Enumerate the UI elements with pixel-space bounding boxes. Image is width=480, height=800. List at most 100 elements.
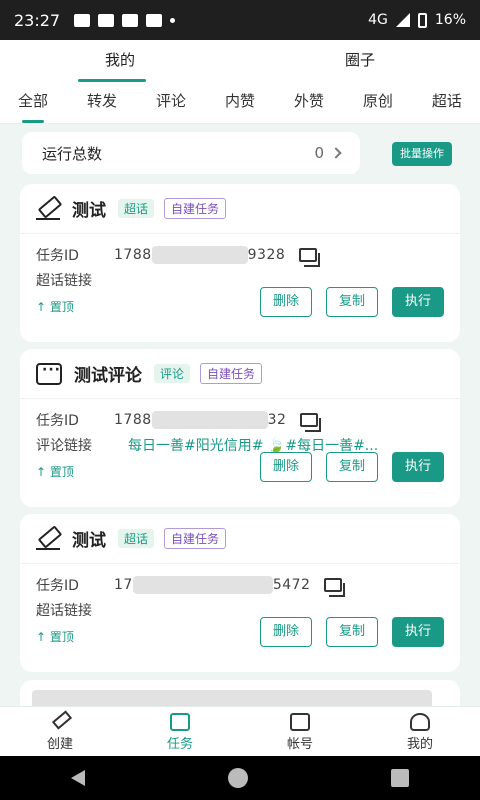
running-total-row[interactable]: 运行总数 0 bbox=[22, 132, 360, 174]
redacted-id bbox=[151, 245, 248, 264]
back-icon[interactable] bbox=[71, 770, 86, 786]
task-id-label: 任务ID bbox=[36, 577, 79, 594]
battery-level: 16% bbox=[434, 12, 466, 28]
task-card-body: 任务ID 1788 32 评论链接 每日一善#阳光信用# 🍃#每日一善#... … bbox=[20, 399, 460, 492]
run-button[interactable]: 执行 bbox=[392, 617, 444, 647]
alert-icon bbox=[98, 13, 115, 27]
copy-button[interactable]: 复制 bbox=[326, 617, 378, 647]
tab-outer-like[interactable]: 外赞 bbox=[294, 84, 324, 123]
nav-create[interactable]: 创建 bbox=[0, 707, 120, 756]
task-title: 测试评论 bbox=[74, 366, 142, 386]
pen-icon bbox=[50, 713, 70, 731]
task-id-label: 任务ID bbox=[36, 412, 79, 429]
task-id-suffix: 32 bbox=[267, 411, 287, 428]
batch-operation-button[interactable]: 批量操作 bbox=[392, 142, 452, 166]
task-card: 测试评论 评论 自建任务 任务ID 1788 32 评论链接 每日一善#阳光信用… bbox=[20, 349, 460, 507]
link-label: 超话链接 bbox=[36, 602, 92, 619]
task-card-header: 测试 超话 自建任务 bbox=[20, 514, 460, 564]
type-tag: 超话 bbox=[118, 529, 155, 548]
signal-icon bbox=[395, 13, 410, 27]
link-label: 超话链接 bbox=[36, 272, 92, 289]
account-icon bbox=[290, 713, 310, 731]
redacted-content bbox=[32, 690, 432, 706]
network-label: 4G bbox=[368, 12, 388, 28]
redacted-id bbox=[132, 575, 273, 594]
battery-icon bbox=[417, 12, 427, 28]
tab-mine[interactable]: 我的 bbox=[0, 40, 240, 84]
running-total-count: 0 bbox=[314, 144, 324, 162]
run-button[interactable]: 执行 bbox=[392, 452, 444, 482]
delete-button[interactable]: 删除 bbox=[260, 287, 312, 317]
task-id-prefix: 17 bbox=[114, 576, 133, 593]
run-button[interactable]: 执行 bbox=[392, 287, 444, 317]
edit-icon bbox=[36, 527, 60, 551]
redacted-id bbox=[151, 410, 268, 429]
wechat-icon bbox=[122, 13, 139, 27]
filter-tabs: 全部 转发 评论 内赞 外赞 原创 超话 bbox=[0, 84, 480, 124]
dot-icon bbox=[170, 17, 176, 23]
task-list: 运行总数 0 批量操作 测试 超话 自建任务 任务ID 1788 9328 超话… bbox=[0, 124, 480, 706]
copy-id-icon[interactable] bbox=[300, 412, 322, 432]
nav-mine[interactable]: 我的 bbox=[360, 707, 480, 756]
type-tag: 超话 bbox=[118, 199, 155, 218]
tab-all[interactable]: 全部 bbox=[18, 84, 48, 123]
tab-supertopic[interactable]: 超话 bbox=[432, 84, 462, 123]
copy-button[interactable]: 复制 bbox=[326, 287, 378, 317]
tab-comment[interactable]: 评论 bbox=[156, 84, 186, 123]
task-id-row: 任务ID 1788 9328 bbox=[36, 242, 444, 267]
copy-button[interactable]: 复制 bbox=[326, 452, 378, 482]
task-actions: 删除 复制 执行 bbox=[260, 452, 444, 482]
nav-account[interactable]: 帐号 bbox=[240, 707, 360, 756]
task-title: 测试 bbox=[72, 531, 106, 551]
task-card: 测试 超话 自建任务 任务ID 1788 9328 超话链接 ↑ 置顶 删除 复… bbox=[20, 184, 460, 342]
top-tabs: 我的 圈子 bbox=[0, 40, 480, 84]
tab-circle[interactable]: 圈子 bbox=[240, 40, 480, 84]
task-id-row: 任务ID 1788 32 bbox=[36, 407, 444, 432]
nav-tasks[interactable]: 任务 bbox=[120, 707, 240, 756]
tab-original[interactable]: 原创 bbox=[363, 84, 393, 123]
nav-mine-label: 我的 bbox=[406, 737, 433, 752]
task-actions: 删除 复制 执行 bbox=[260, 617, 444, 647]
status-bar: 23:27 4G 16% bbox=[0, 0, 480, 40]
task-id-prefix: 1788 bbox=[114, 411, 152, 428]
task-id-prefix: 1788 bbox=[114, 246, 152, 263]
source-tag: 自建任务 bbox=[200, 363, 263, 384]
task-card-body: 任务ID 1788 9328 超话链接 ↑ 置顶 删除 复制 执行 bbox=[20, 234, 460, 327]
delete-button[interactable]: 删除 bbox=[260, 452, 312, 482]
task-card-body: 任务ID 17 5472 超话链接 ↑ 置顶 删除 复制 执行 bbox=[20, 564, 460, 657]
home-icon[interactable] bbox=[227, 768, 248, 788]
delete-button[interactable]: 删除 bbox=[260, 617, 312, 647]
link-label: 评论链接 bbox=[36, 437, 92, 454]
mail-icon bbox=[146, 13, 163, 27]
notification-icon bbox=[74, 13, 91, 27]
tab-repost[interactable]: 转发 bbox=[87, 84, 117, 123]
notification-icons bbox=[74, 13, 176, 27]
task-card: 测试 超话 自建任务 任务ID 17 5472 超话链接 ↑ 置顶 删除 复制 … bbox=[20, 514, 460, 672]
task-id-row: 任务ID 17 5472 bbox=[36, 572, 444, 597]
system-icons: 4G 16% bbox=[368, 12, 466, 28]
system-navigation-bar bbox=[0, 756, 480, 800]
edit-icon bbox=[36, 197, 60, 221]
task-id-label: 任务ID bbox=[36, 247, 79, 264]
tab-inner-like[interactable]: 内赞 bbox=[225, 84, 255, 123]
source-tag: 自建任务 bbox=[164, 528, 227, 549]
task-icon bbox=[170, 713, 190, 731]
nav-tasks-label: 任务 bbox=[166, 737, 193, 752]
task-actions: 删除 复制 执行 bbox=[260, 287, 444, 317]
nav-account-label: 帐号 bbox=[286, 737, 313, 752]
chevron-right-icon bbox=[330, 147, 342, 159]
task-card-header: 测试 超话 自建任务 bbox=[20, 184, 460, 234]
task-title: 测试 bbox=[72, 201, 106, 221]
copy-id-icon[interactable] bbox=[299, 247, 321, 267]
user-icon bbox=[410, 713, 430, 731]
source-tag: 自建任务 bbox=[164, 198, 227, 219]
copy-id-icon[interactable] bbox=[324, 577, 346, 597]
message-icon bbox=[36, 362, 62, 385]
bottom-navigation: 创建 任务 帐号 我的 bbox=[0, 706, 480, 756]
task-id-suffix: 9328 bbox=[247, 246, 286, 263]
status-time: 23:27 bbox=[14, 10, 61, 30]
running-total-label: 运行总数 bbox=[42, 144, 103, 163]
nav-create-label: 创建 bbox=[46, 737, 73, 752]
recents-icon[interactable] bbox=[390, 769, 409, 787]
task-card-header: 测试评论 评论 自建任务 bbox=[20, 349, 460, 399]
